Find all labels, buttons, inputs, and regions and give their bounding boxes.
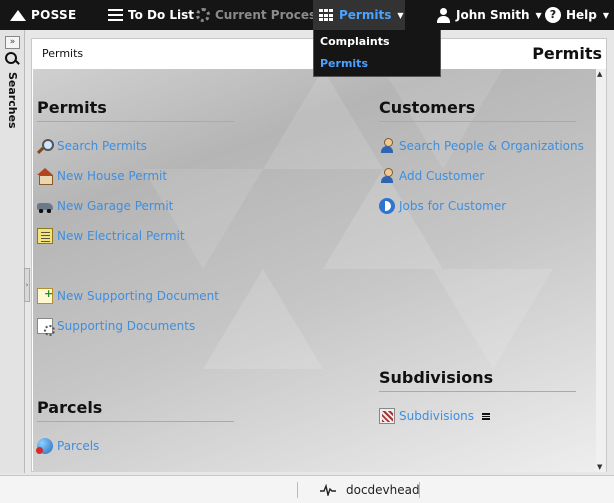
link-jobs-for-customer[interactable]: Jobs for Customer <box>379 198 506 214</box>
gear-icon <box>196 8 210 22</box>
car-icon <box>37 198 53 214</box>
scroll-up-icon[interactable]: ▲ <box>597 70 602 78</box>
help-label: Help <box>566 8 597 22</box>
posse-logo[interactable]: POSSE <box>10 0 76 30</box>
permits-menu-button[interactable]: Permits ▼ <box>313 0 405 30</box>
documents-icon <box>37 318 55 336</box>
dropdown-item-permits[interactable]: Permits <box>320 57 368 70</box>
vertical-scrollbar[interactable]: ▲ ▼ <box>596 69 606 472</box>
link-new-supporting-document[interactable]: New Supporting Document <box>37 287 219 304</box>
todo-list-label: To Do List <box>128 8 195 22</box>
link-label: New Supporting Document <box>57 289 219 303</box>
user-menu-button[interactable]: John Smith ▼ <box>436 0 542 30</box>
link-new-house-permit[interactable]: New House Permit <box>37 168 168 185</box>
footer-divider <box>419 482 420 498</box>
jobs-icon <box>379 198 395 214</box>
current-process-button[interactable]: Current Process <box>196 0 323 30</box>
document-icon <box>37 228 53 244</box>
subdivision-icon <box>379 408 395 424</box>
activity-pulse-icon <box>320 484 336 496</box>
menu-icon[interactable] <box>482 412 491 420</box>
link-label: Subdivisions <box>399 409 475 423</box>
search-icon <box>37 138 54 154</box>
link-label: Supporting Documents <box>57 319 196 333</box>
person-add-icon <box>379 168 395 184</box>
breadcrumb: Permits <box>42 47 84 60</box>
section-title-permits: Permits <box>37 98 234 122</box>
background-pattern <box>203 269 323 369</box>
environment-label: docdevhead <box>346 483 420 497</box>
link-label: Jobs for Customer <box>399 199 507 213</box>
globe-icon <box>36 438 53 454</box>
permits-dropdown-menu: Complaints Permits <box>313 30 441 77</box>
link-label: Add Customer <box>399 169 485 183</box>
grid-icon <box>319 9 334 21</box>
footer-divider <box>297 482 298 498</box>
user-icon <box>436 7 451 23</box>
link-label: Search People & Organizations <box>399 139 584 153</box>
section-title-subdivisions: Subdivisions <box>379 368 576 392</box>
link-label: Search Permits <box>57 139 147 153</box>
background-pattern <box>143 169 263 269</box>
link-subdivisions[interactable]: Subdivisions <box>379 408 491 424</box>
top-navigation-bar: POSSE To Do List Current Process Permits… <box>0 0 614 30</box>
section-title-parcels: Parcels <box>37 398 234 422</box>
link-parcels[interactable]: Parcels <box>36 438 100 454</box>
help-menu-button[interactable]: ? Help ▼ <box>545 0 609 30</box>
background-pattern <box>433 269 553 369</box>
link-label: New House Permit <box>57 169 168 183</box>
chevron-down-icon: ▼ <box>397 10 404 20</box>
permits-menu-label: Permits <box>339 8 392 22</box>
search-icon[interactable] <box>5 52 20 67</box>
page-title: Permits <box>532 44 602 63</box>
current-process-label: Current Process <box>215 8 324 22</box>
link-new-electrical-permit[interactable]: New Electrical Permit <box>37 228 185 244</box>
chevron-down-icon: ▼ <box>602 10 610 20</box>
dropdown-item-complaints[interactable]: Complaints <box>320 35 390 48</box>
expand-sidebar-button[interactable]: » <box>5 36 20 49</box>
sidebar-resize-handle[interactable]: › <box>24 268 30 302</box>
section-title-customers: Customers <box>379 98 576 122</box>
background-pattern <box>263 69 383 169</box>
scroll-down-icon[interactable]: ▼ <box>597 463 602 471</box>
logo-icon <box>10 9 26 21</box>
link-label: Parcels <box>57 439 100 453</box>
link-new-garage-permit[interactable]: New Garage Permit <box>37 198 173 214</box>
searches-label[interactable]: Searches <box>6 72 19 129</box>
content-panel: Permits Permits Permits Search Permits N… <box>31 38 607 472</box>
background-pattern <box>323 169 443 269</box>
link-add-customer[interactable]: Add Customer <box>379 168 484 184</box>
todo-list-button[interactable]: To Do List <box>108 0 194 30</box>
link-search-permits[interactable]: Search Permits <box>37 138 147 154</box>
list-icon <box>108 8 123 22</box>
link-supporting-documents[interactable]: Supporting Documents <box>37 318 196 336</box>
searches-sidebar: » Searches › <box>0 30 30 473</box>
link-search-people-organizations[interactable]: Search People & Organizations <box>379 138 584 154</box>
help-icon: ? <box>545 7 561 23</box>
person-search-icon <box>379 138 395 154</box>
new-document-icon <box>37 287 53 304</box>
logo-text: POSSE <box>31 8 77 22</box>
link-label: New Electrical Permit <box>57 229 185 243</box>
chevron-down-icon: ▼ <box>535 10 542 20</box>
house-icon <box>37 168 53 185</box>
link-label: New Garage Permit <box>57 199 174 213</box>
menu-content-area: Permits Search Permits New House Permit … <box>33 69 597 472</box>
status-footer: docdevhead <box>0 475 614 503</box>
user-name-label: John Smith <box>456 8 530 22</box>
